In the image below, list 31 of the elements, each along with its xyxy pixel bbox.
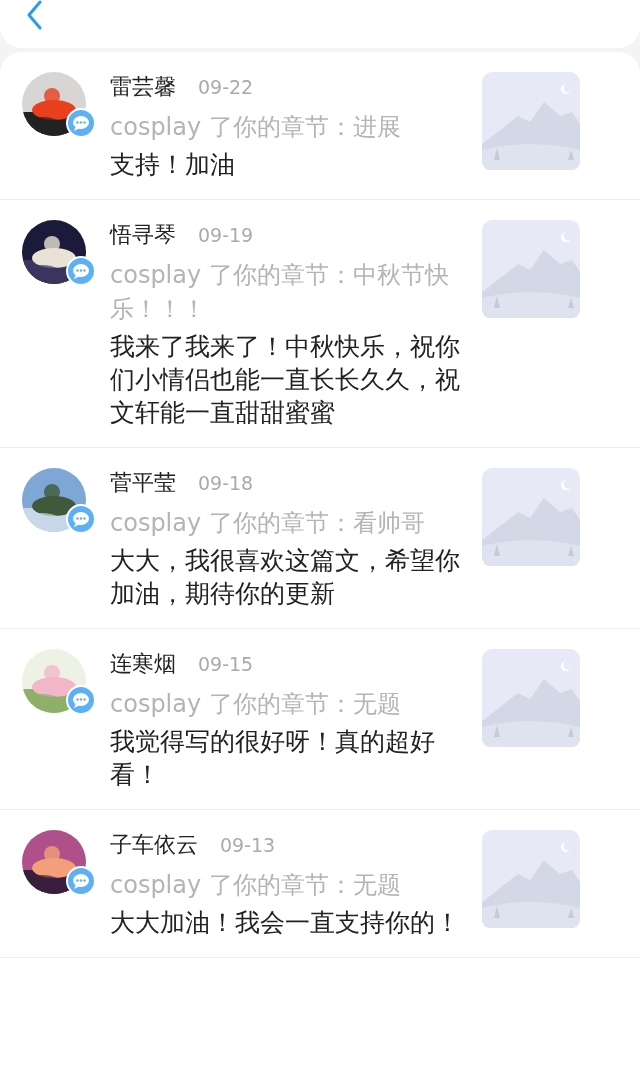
- comment-text: 大大，我很喜欢这篇文，希望你加油，期待你的更新: [110, 545, 461, 610]
- comment-text: 大大加油！我会一直支持你的！: [110, 907, 461, 939]
- chat-bubble-icon: [66, 685, 96, 715]
- user-name[interactable]: 连寒烟: [110, 649, 176, 679]
- activity-text: cosplay 了你的章节：无题: [110, 870, 402, 901]
- mountain-image-icon[interactable]: [482, 830, 580, 928]
- activity-text: cosplay 了你的章节：进展: [110, 112, 402, 143]
- activity-text: cosplay 了你的章节：看帅哥: [110, 508, 426, 539]
- date-text: 09-18: [198, 472, 254, 494]
- date-text: 09-13: [220, 834, 276, 856]
- date-text: 09-19: [198, 224, 254, 246]
- chat-bubble-icon: [66, 256, 96, 286]
- user-name[interactable]: 悟寻琴: [110, 220, 176, 250]
- user-name[interactable]: 雷芸馨: [110, 72, 176, 102]
- chat-bubble-icon: [66, 866, 96, 896]
- mountain-image-icon[interactable]: [482, 468, 580, 566]
- mountain-image-icon[interactable]: [482, 649, 580, 747]
- activity-text: cosplay 了你的章节：无题: [110, 689, 402, 720]
- chat-bubble-icon: [66, 108, 96, 138]
- comment-text: 支持！加油: [110, 149, 236, 181]
- user-name[interactable]: 菅平莹: [110, 468, 176, 498]
- comment-text: 我觉得写的很好呀！真的超好看！: [110, 726, 436, 791]
- mountain-image-icon[interactable]: [482, 72, 580, 170]
- activity-text: cosplay 了你的章节：中秋节快乐！！！: [110, 260, 450, 325]
- chat-bubble-icon: [66, 504, 96, 534]
- comment-text: 我来了我来了！中秋快乐，祝你们小情侣也能一直长长久久，祝文轩能一直甜甜蜜蜜: [110, 331, 461, 429]
- date-text: 09-22: [198, 76, 254, 98]
- date-text: 09-15: [198, 653, 254, 675]
- mountain-image-icon[interactable]: [482, 220, 580, 318]
- back-icon[interactable]: [26, 0, 42, 30]
- user-name[interactable]: 子车依云: [110, 830, 198, 860]
